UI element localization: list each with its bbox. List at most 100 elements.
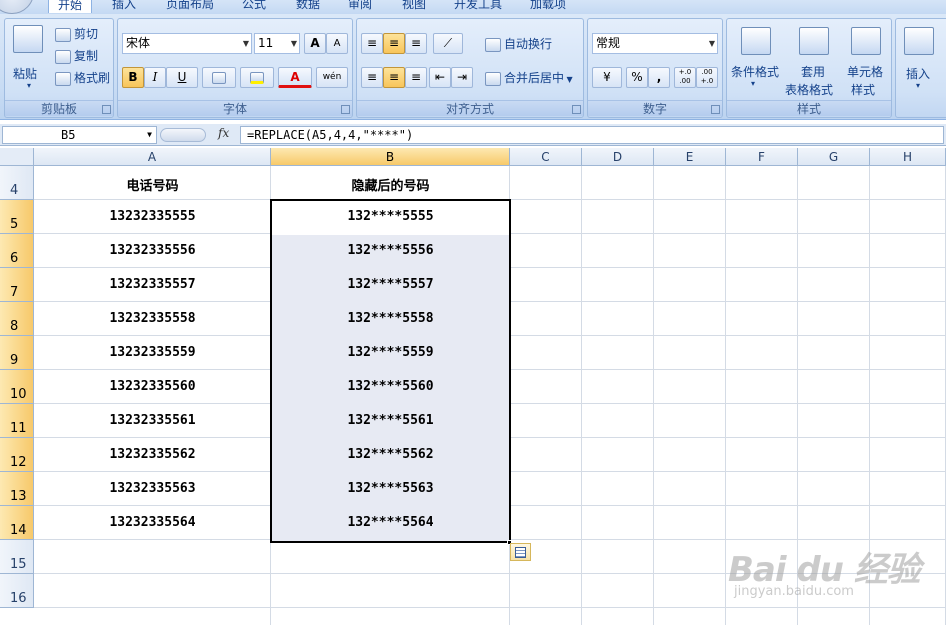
- tab-data[interactable]: 数据: [290, 0, 326, 13]
- underline-button[interactable]: U: [166, 67, 198, 88]
- alignment-launcher-icon[interactable]: [572, 105, 581, 114]
- cell-a4[interactable]: 电话号码: [34, 175, 271, 194]
- align-center-button[interactable]: ≡: [383, 67, 405, 88]
- cut-button[interactable]: 剪切: [55, 25, 98, 42]
- row-header-14[interactable]: 14: [0, 506, 34, 540]
- decrease-indent-button[interactable]: ⇤: [429, 67, 451, 88]
- decrease-decimal-button[interactable]: .00 +.0: [696, 67, 718, 88]
- cell-a9[interactable]: 13232335559: [34, 345, 271, 363]
- percent-button[interactable]: %: [626, 67, 648, 88]
- auto-fill-options-icon[interactable]: [510, 543, 531, 561]
- row-header-9[interactable]: 9: [0, 336, 34, 370]
- column-header-d[interactable]: D: [582, 148, 654, 166]
- cell-a6[interactable]: 13232335556: [34, 243, 271, 261]
- row-header-7[interactable]: 7: [0, 268, 34, 302]
- align-middle-button[interactable]: ≡: [383, 33, 405, 54]
- paste-icon[interactable]: [13, 25, 43, 53]
- tab-review[interactable]: 审阅: [342, 0, 378, 13]
- orientation-button[interactable]: ⟋: [433, 33, 463, 54]
- row-header-10[interactable]: 10: [0, 370, 34, 404]
- formula-input[interactable]: =REPLACE(A5,4,4,"****"): [240, 126, 944, 144]
- comma-button[interactable]: ,: [648, 67, 670, 88]
- cell-styles-button[interactable]: 样式: [851, 81, 875, 98]
- column-header-g[interactable]: G: [798, 148, 870, 166]
- format-painter-button[interactable]: 格式刷: [55, 69, 110, 86]
- insert-cells-button[interactable]: 插入: [906, 65, 930, 82]
- currency-button[interactable]: ¥: [592, 67, 622, 88]
- column-header-e[interactable]: E: [654, 148, 726, 166]
- border-button[interactable]: [202, 67, 236, 88]
- row-header-15[interactable]: 15: [0, 540, 34, 574]
- cell-a7[interactable]: 13232335557: [34, 277, 271, 295]
- font-size-select[interactable]: 11 ▼: [254, 33, 300, 54]
- conditional-format-button[interactable]: 条件格式: [731, 63, 779, 80]
- tab-page-layout[interactable]: 页面布局: [160, 0, 220, 13]
- name-box[interactable]: B5 ▼: [2, 126, 157, 144]
- column-header-a[interactable]: A: [34, 148, 271, 166]
- paste-button[interactable]: 粘贴: [13, 65, 37, 82]
- phonetic-button[interactable]: wén: [316, 67, 348, 88]
- copy-button[interactable]: 复制: [55, 47, 98, 64]
- cell-a14[interactable]: 13232335564: [34, 515, 271, 533]
- grow-font-button[interactable]: A: [304, 33, 326, 54]
- cell-styles-label-1[interactable]: 单元格: [847, 63, 883, 80]
- table-format-label-1[interactable]: 套用: [801, 63, 825, 80]
- merge-center-button[interactable]: 合并后居中 ▼: [485, 69, 573, 86]
- font-color-button[interactable]: A: [278, 67, 312, 88]
- italic-button[interactable]: I: [144, 67, 166, 88]
- increase-indent-button[interactable]: ⇥: [451, 67, 473, 88]
- cell-a11[interactable]: 13232335561: [34, 413, 271, 431]
- insert-function-button[interactable]: fx: [218, 126, 229, 140]
- column-header-c[interactable]: C: [510, 148, 582, 166]
- cell-a15[interactable]: [34, 549, 271, 567]
- row-header-8[interactable]: 8: [0, 302, 34, 336]
- table-format-button[interactable]: 表格格式: [785, 81, 833, 98]
- cell-a10[interactable]: 13232335560: [34, 379, 271, 397]
- tab-home[interactable]: 开始: [48, 0, 92, 13]
- tab-developer[interactable]: 开发工具: [448, 0, 508, 13]
- increase-decimal-button[interactable]: +.0 .00: [674, 67, 696, 88]
- cell-b16[interactable]: [271, 583, 510, 601]
- fill-color-button[interactable]: [240, 67, 274, 88]
- cell-a8[interactable]: 13232335558: [34, 311, 271, 329]
- insert-cells-icon[interactable]: [904, 27, 934, 55]
- align-bottom-button[interactable]: ≡: [405, 33, 427, 54]
- cell-a16[interactable]: [34, 583, 271, 601]
- formula-bar-resize-handle[interactable]: [160, 128, 206, 142]
- column-header-b[interactable]: B: [271, 148, 510, 166]
- number-launcher-icon[interactable]: [711, 105, 720, 114]
- tab-insert[interactable]: 插入: [104, 0, 144, 13]
- conditional-format-icon[interactable]: [741, 27, 771, 55]
- tab-view[interactable]: 视图: [396, 0, 432, 13]
- row-header-5[interactable]: 5: [0, 200, 34, 234]
- tab-formulas[interactable]: 公式: [236, 0, 272, 13]
- align-right-button[interactable]: ≡: [405, 67, 427, 88]
- row-header-11[interactable]: 11: [0, 404, 34, 438]
- font-name-select[interactable]: 宋体 ▼: [122, 33, 252, 54]
- bold-button[interactable]: B: [122, 67, 144, 88]
- cell-a13[interactable]: 13232335563: [34, 481, 271, 499]
- cell-styles-icon[interactable]: [851, 27, 881, 55]
- cell-b15[interactable]: [271, 549, 510, 567]
- clipboard-launcher-icon[interactable]: [102, 105, 111, 114]
- cell-a12[interactable]: 13232335562: [34, 447, 271, 465]
- row-header-4[interactable]: 4: [0, 166, 34, 200]
- row-header-13[interactable]: 13: [0, 472, 34, 506]
- wrap-text-button[interactable]: 自动换行: [485, 35, 552, 52]
- row-header-16[interactable]: 16: [0, 574, 34, 608]
- row-header-6[interactable]: 6: [0, 234, 34, 268]
- column-header-f[interactable]: F: [726, 148, 798, 166]
- align-top-button[interactable]: ≡: [361, 33, 383, 54]
- office-button[interactable]: [0, 0, 34, 14]
- row-header-12[interactable]: 12: [0, 438, 34, 472]
- paste-dropdown-icon[interactable]: ▾: [27, 81, 31, 90]
- number-format-select[interactable]: 常规 ▼: [592, 33, 718, 54]
- tab-add-ins[interactable]: 加载项: [524, 0, 572, 13]
- column-header-h[interactable]: H: [870, 148, 946, 166]
- table-format-icon[interactable]: [799, 27, 829, 55]
- align-left-button[interactable]: ≡: [361, 67, 383, 88]
- shrink-font-button[interactable]: A: [326, 33, 348, 54]
- font-launcher-icon[interactable]: [341, 105, 350, 114]
- cell-a5[interactable]: 13232335555: [34, 209, 271, 227]
- select-all-button[interactable]: [0, 148, 34, 166]
